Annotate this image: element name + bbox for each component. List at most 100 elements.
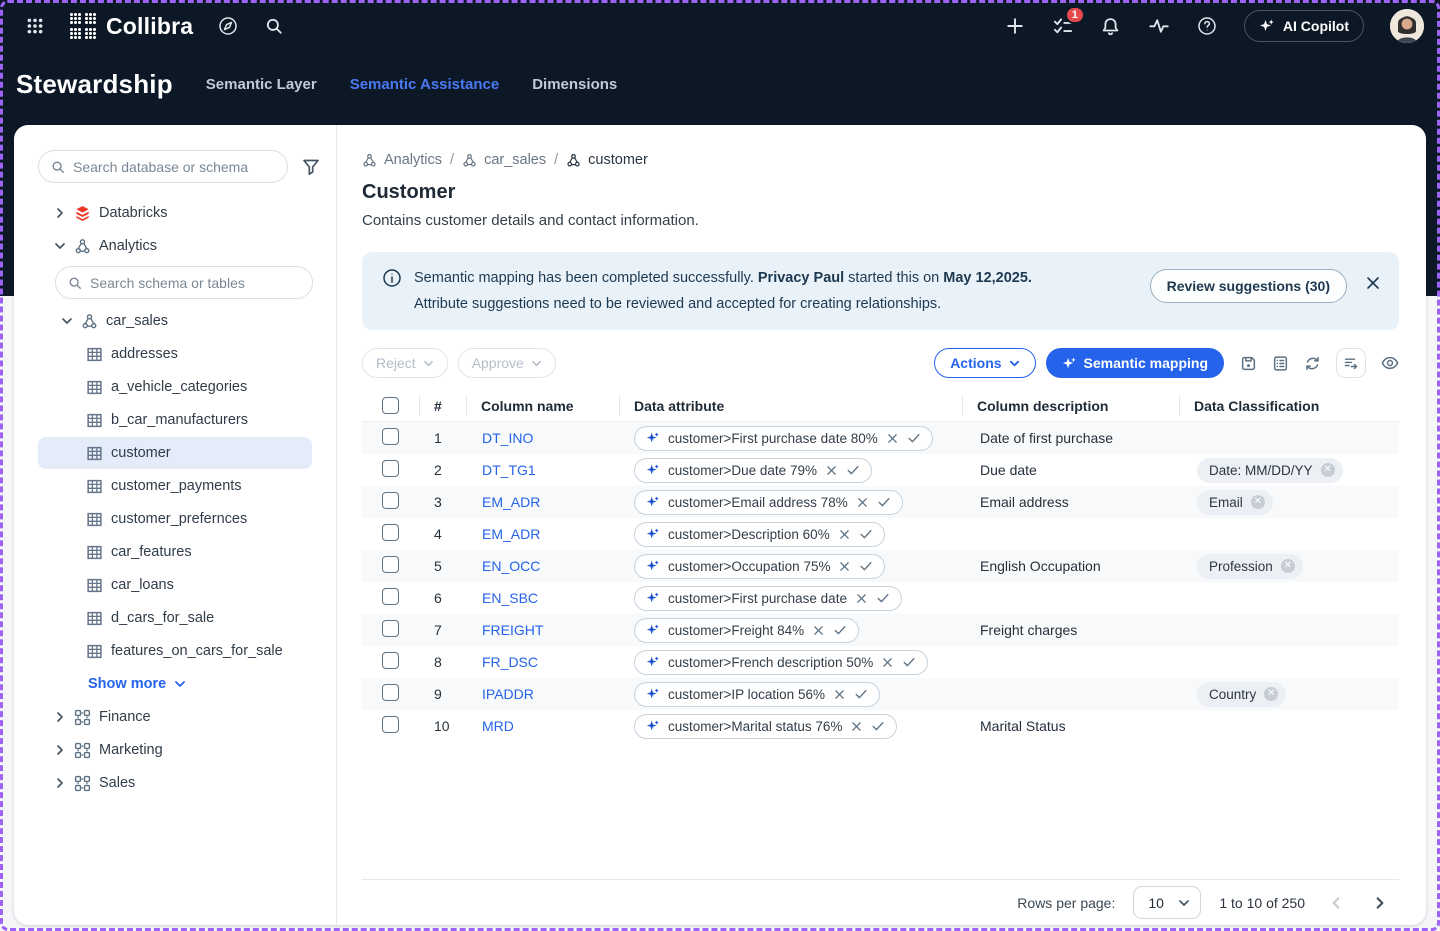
banner-close-icon[interactable]	[1365, 275, 1381, 291]
sidebar-table-car_loans[interactable]: car_loans	[38, 569, 312, 601]
row-checkbox[interactable]	[382, 492, 399, 509]
sidebar-table-customer_prefernces[interactable]: customer_prefernces	[38, 503, 312, 535]
column-name-link[interactable]: FREIGHT	[482, 622, 543, 638]
view-eye-icon[interactable]	[1381, 354, 1399, 372]
rows-per-page-select[interactable]: 10	[1133, 886, 1201, 919]
database-search-input[interactable]	[73, 159, 275, 175]
nav-tab-dimensions[interactable]: Dimensions	[532, 76, 617, 93]
chevron-right-icon[interactable]	[54, 711, 66, 723]
column-settings-icon[interactable]	[1272, 355, 1289, 372]
column-name-link[interactable]: DT_INO	[482, 430, 533, 446]
row-checkbox[interactable]	[382, 684, 399, 701]
reject-suggestion-icon[interactable]	[833, 688, 846, 701]
review-suggestions-button[interactable]: Review suggestions (30)	[1150, 269, 1347, 303]
approve-button[interactable]: Approve	[458, 348, 556, 378]
chevron-down-icon[interactable]	[61, 315, 73, 327]
activity-pulse-icon[interactable]	[1148, 15, 1170, 37]
reject-suggestion-icon[interactable]	[838, 560, 851, 573]
chevron-right-icon[interactable]	[54, 207, 66, 219]
sidebar-table-d_cars_for_sale[interactable]: d_cars_for_sale	[38, 602, 312, 634]
attribute-suggestion-chip[interactable]: customer>Marital status 76%	[634, 714, 897, 739]
remove-classification-icon[interactable]: ✕	[1264, 687, 1278, 701]
bell-icon[interactable]	[1100, 15, 1122, 37]
attribute-suggestion-chip[interactable]: customer>Freight 84%	[634, 618, 859, 643]
sidebar-table-a_vehicle_categories[interactable]: a_vehicle_categories	[38, 371, 312, 403]
previous-page-button[interactable]	[1323, 890, 1349, 916]
column-name-link[interactable]: EM_ADR	[482, 526, 540, 542]
user-avatar[interactable]	[1390, 9, 1424, 43]
sidebar-table-addresses[interactable]: addresses	[38, 338, 312, 370]
sidebar-table-features_on_cars_for_sale[interactable]: features_on_cars_for_sale	[38, 635, 312, 667]
reject-suggestion-icon[interactable]	[855, 592, 868, 605]
attribute-suggestion-chip[interactable]: customer>IP location 56%	[634, 682, 880, 707]
reject-suggestion-icon[interactable]	[850, 720, 863, 733]
reject-suggestion-icon[interactable]	[825, 464, 838, 477]
nav-tab-semantic-assistance[interactable]: Semantic Assistance	[350, 76, 500, 93]
attribute-suggestion-chip[interactable]: customer>Description 60%	[634, 522, 885, 547]
remove-classification-icon[interactable]: ✕	[1321, 463, 1335, 477]
sidebar-item-car-sales[interactable]: car_sales	[38, 305, 312, 337]
column-name-link[interactable]: MRD	[482, 718, 514, 734]
breadcrumb-analytics[interactable]: Analytics	[362, 152, 442, 168]
global-search-icon[interactable]	[263, 15, 285, 37]
accept-suggestion-icon[interactable]	[854, 687, 868, 701]
sidebar-domain-finance[interactable]: Finance	[38, 701, 312, 733]
actions-button[interactable]: Actions	[934, 348, 1035, 378]
sort-filter-icon[interactable]	[1336, 348, 1366, 378]
accept-suggestion-icon[interactable]	[876, 591, 890, 605]
attribute-suggestion-chip[interactable]: customer>Occupation 75%	[634, 554, 885, 579]
row-checkbox[interactable]	[382, 620, 399, 637]
sidebar-table-car_features[interactable]: car_features	[38, 536, 312, 568]
semantic-mapping-button[interactable]: Semantic mapping	[1046, 348, 1224, 378]
schema-search-box[interactable]	[55, 266, 313, 299]
chevron-right-icon[interactable]	[54, 744, 66, 756]
sidebar-table-customer[interactable]: customer	[38, 437, 312, 469]
sidebar-item-analytics[interactable]: Analytics	[38, 230, 312, 262]
refresh-icon[interactable]	[1304, 355, 1321, 372]
sidebar-table-customer_payments[interactable]: customer_payments	[38, 470, 312, 502]
reject-button[interactable]: Reject	[362, 348, 448, 378]
nav-tab-semantic-layer[interactable]: Semantic Layer	[206, 76, 317, 93]
create-plus-icon[interactable]	[1004, 15, 1026, 37]
accept-suggestion-icon[interactable]	[871, 719, 885, 733]
reject-suggestion-icon[interactable]	[856, 496, 869, 509]
column-name-link[interactable]: DT_TG1	[482, 462, 536, 478]
attribute-suggestion-chip[interactable]: customer>French description 50%	[634, 650, 928, 675]
sidebar-item-databricks[interactable]: Databricks	[38, 197, 312, 229]
column-name-link[interactable]: EN_SBC	[482, 590, 538, 606]
reject-suggestion-icon[interactable]	[838, 528, 851, 541]
classification-chip[interactable]: Profession ✕	[1197, 554, 1303, 579]
help-icon[interactable]	[1196, 15, 1218, 37]
row-checkbox[interactable]	[382, 556, 399, 573]
attribute-suggestion-chip[interactable]: customer>First purchase date 80%	[634, 426, 933, 451]
next-page-button[interactable]	[1367, 890, 1393, 916]
collibra-logo[interactable]: Collibra	[70, 13, 193, 40]
row-checkbox[interactable]	[382, 652, 399, 669]
sidebar-domain-marketing[interactable]: Marketing	[38, 734, 312, 766]
sidebar-table-b_car_manufacturers[interactable]: b_car_manufacturers	[38, 404, 312, 436]
classification-chip[interactable]: Email ✕	[1197, 490, 1273, 515]
accept-suggestion-icon[interactable]	[833, 623, 847, 637]
sidebar-domain-sales[interactable]: Sales	[38, 767, 312, 799]
reject-suggestion-icon[interactable]	[886, 432, 899, 445]
remove-classification-icon[interactable]: ✕	[1281, 559, 1295, 573]
chevron-down-icon[interactable]	[54, 240, 66, 252]
column-name-link[interactable]: EM_ADR	[482, 494, 540, 510]
filter-icon[interactable]	[302, 158, 320, 176]
accept-suggestion-icon[interactable]	[907, 431, 921, 445]
row-checkbox[interactable]	[382, 716, 399, 733]
row-checkbox[interactable]	[382, 428, 399, 445]
row-checkbox[interactable]	[382, 460, 399, 477]
row-checkbox[interactable]	[382, 588, 399, 605]
accept-suggestion-icon[interactable]	[859, 527, 873, 541]
attribute-suggestion-chip[interactable]: customer>Due date 79%	[634, 458, 872, 483]
accept-suggestion-icon[interactable]	[859, 559, 873, 573]
classification-chip[interactable]: Country ✕	[1197, 682, 1286, 707]
ai-copilot-button[interactable]: AI Copilot	[1244, 10, 1364, 42]
compass-icon[interactable]	[217, 15, 239, 37]
save-view-icon[interactable]	[1240, 355, 1257, 372]
remove-classification-icon[interactable]: ✕	[1251, 495, 1265, 509]
column-name-link[interactable]: EN_OCC	[482, 558, 540, 574]
app-grid-icon[interactable]	[24, 15, 46, 37]
column-name-link[interactable]: FR_DSC	[482, 654, 538, 670]
